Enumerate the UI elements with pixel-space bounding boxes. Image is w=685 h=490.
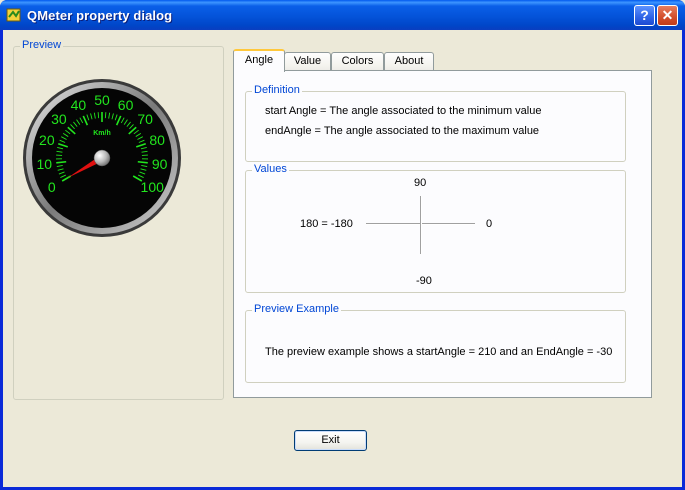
- dialog-window: QMeter property dialog ? ✕ Preview 0 10 …: [0, 0, 685, 490]
- dialog-client: Preview 0 10 20 30 40 50 60 70 80 90 100 Km: [3, 30, 682, 487]
- gauge-tick-label: 20: [39, 132, 55, 148]
- help-button[interactable]: ?: [634, 5, 655, 26]
- values-group-title: Values: [252, 163, 289, 175]
- gauge-tick-label: 0: [48, 179, 56, 195]
- angle-label-bottom: -90: [416, 275, 432, 287]
- definition-end-angle: endAngle = The angle associated to the m…: [265, 125, 540, 137]
- definition-start-angle: start Angle = The angle associated to th…: [265, 105, 542, 117]
- gauge-tick-label: 50: [94, 92, 110, 108]
- gauge-unit-label: Km/h: [93, 130, 111, 137]
- close-button[interactable]: ✕: [657, 5, 678, 26]
- tab-colors[interactable]: Colors: [331, 52, 384, 71]
- gauge-needle-cap: [93, 149, 111, 167]
- speed-gauge: 0 10 20 3040 50 6070 80 90 100 Km/h: [23, 79, 181, 237]
- angle-label-right: 0: [486, 218, 493, 230]
- title-bar[interactable]: QMeter property dialog ? ✕: [0, 0, 685, 30]
- preview-example-group: Preview Example The preview example show…: [245, 303, 626, 383]
- values-group: Values 90 180 = -180 0 -90: [245, 163, 626, 293]
- gauge-tick-label: 80: [149, 132, 165, 148]
- definition-group-title: Definition: [252, 84, 302, 96]
- exit-button[interactable]: Exit: [294, 430, 367, 451]
- gauge-tick-label: 40: [71, 97, 87, 113]
- tab-angle[interactable]: Angle: [233, 49, 285, 72]
- angle-axis-vertical: [420, 196, 422, 254]
- definition-group: Definition start Angle = The angle assoc…: [245, 84, 626, 162]
- gauge-tick-label: 90: [152, 156, 168, 172]
- angle-label-left: 180 = -180: [300, 218, 353, 230]
- gauge-tick-label: 30: [51, 111, 67, 127]
- gauge-major-tick: [56, 160, 67, 164]
- preview-example-text: The preview example shows a startAngle =…: [265, 346, 613, 358]
- tab-value[interactable]: Value: [284, 52, 331, 71]
- preview-example-group-title: Preview Example: [252, 303, 341, 315]
- gauge-major-tick: [137, 160, 148, 164]
- gauge-tick-label: 100: [141, 179, 165, 195]
- gauge-tick-label: 70: [137, 111, 153, 127]
- window-title: QMeter property dialog: [27, 8, 173, 23]
- gauge-tick-label: 10: [37, 156, 53, 172]
- angle-tab-panel: Definition start Angle = The angle assoc…: [233, 70, 652, 398]
- tab-about[interactable]: About: [384, 52, 434, 71]
- preview-group-title: Preview: [20, 39, 64, 51]
- app-icon: [6, 8, 21, 22]
- gauge-minor-tick: [97, 112, 100, 119]
- gauge-minor-tick: [104, 112, 107, 119]
- angle-label-top: 90: [414, 177, 427, 189]
- gauge-tick-label: 60: [118, 97, 134, 113]
